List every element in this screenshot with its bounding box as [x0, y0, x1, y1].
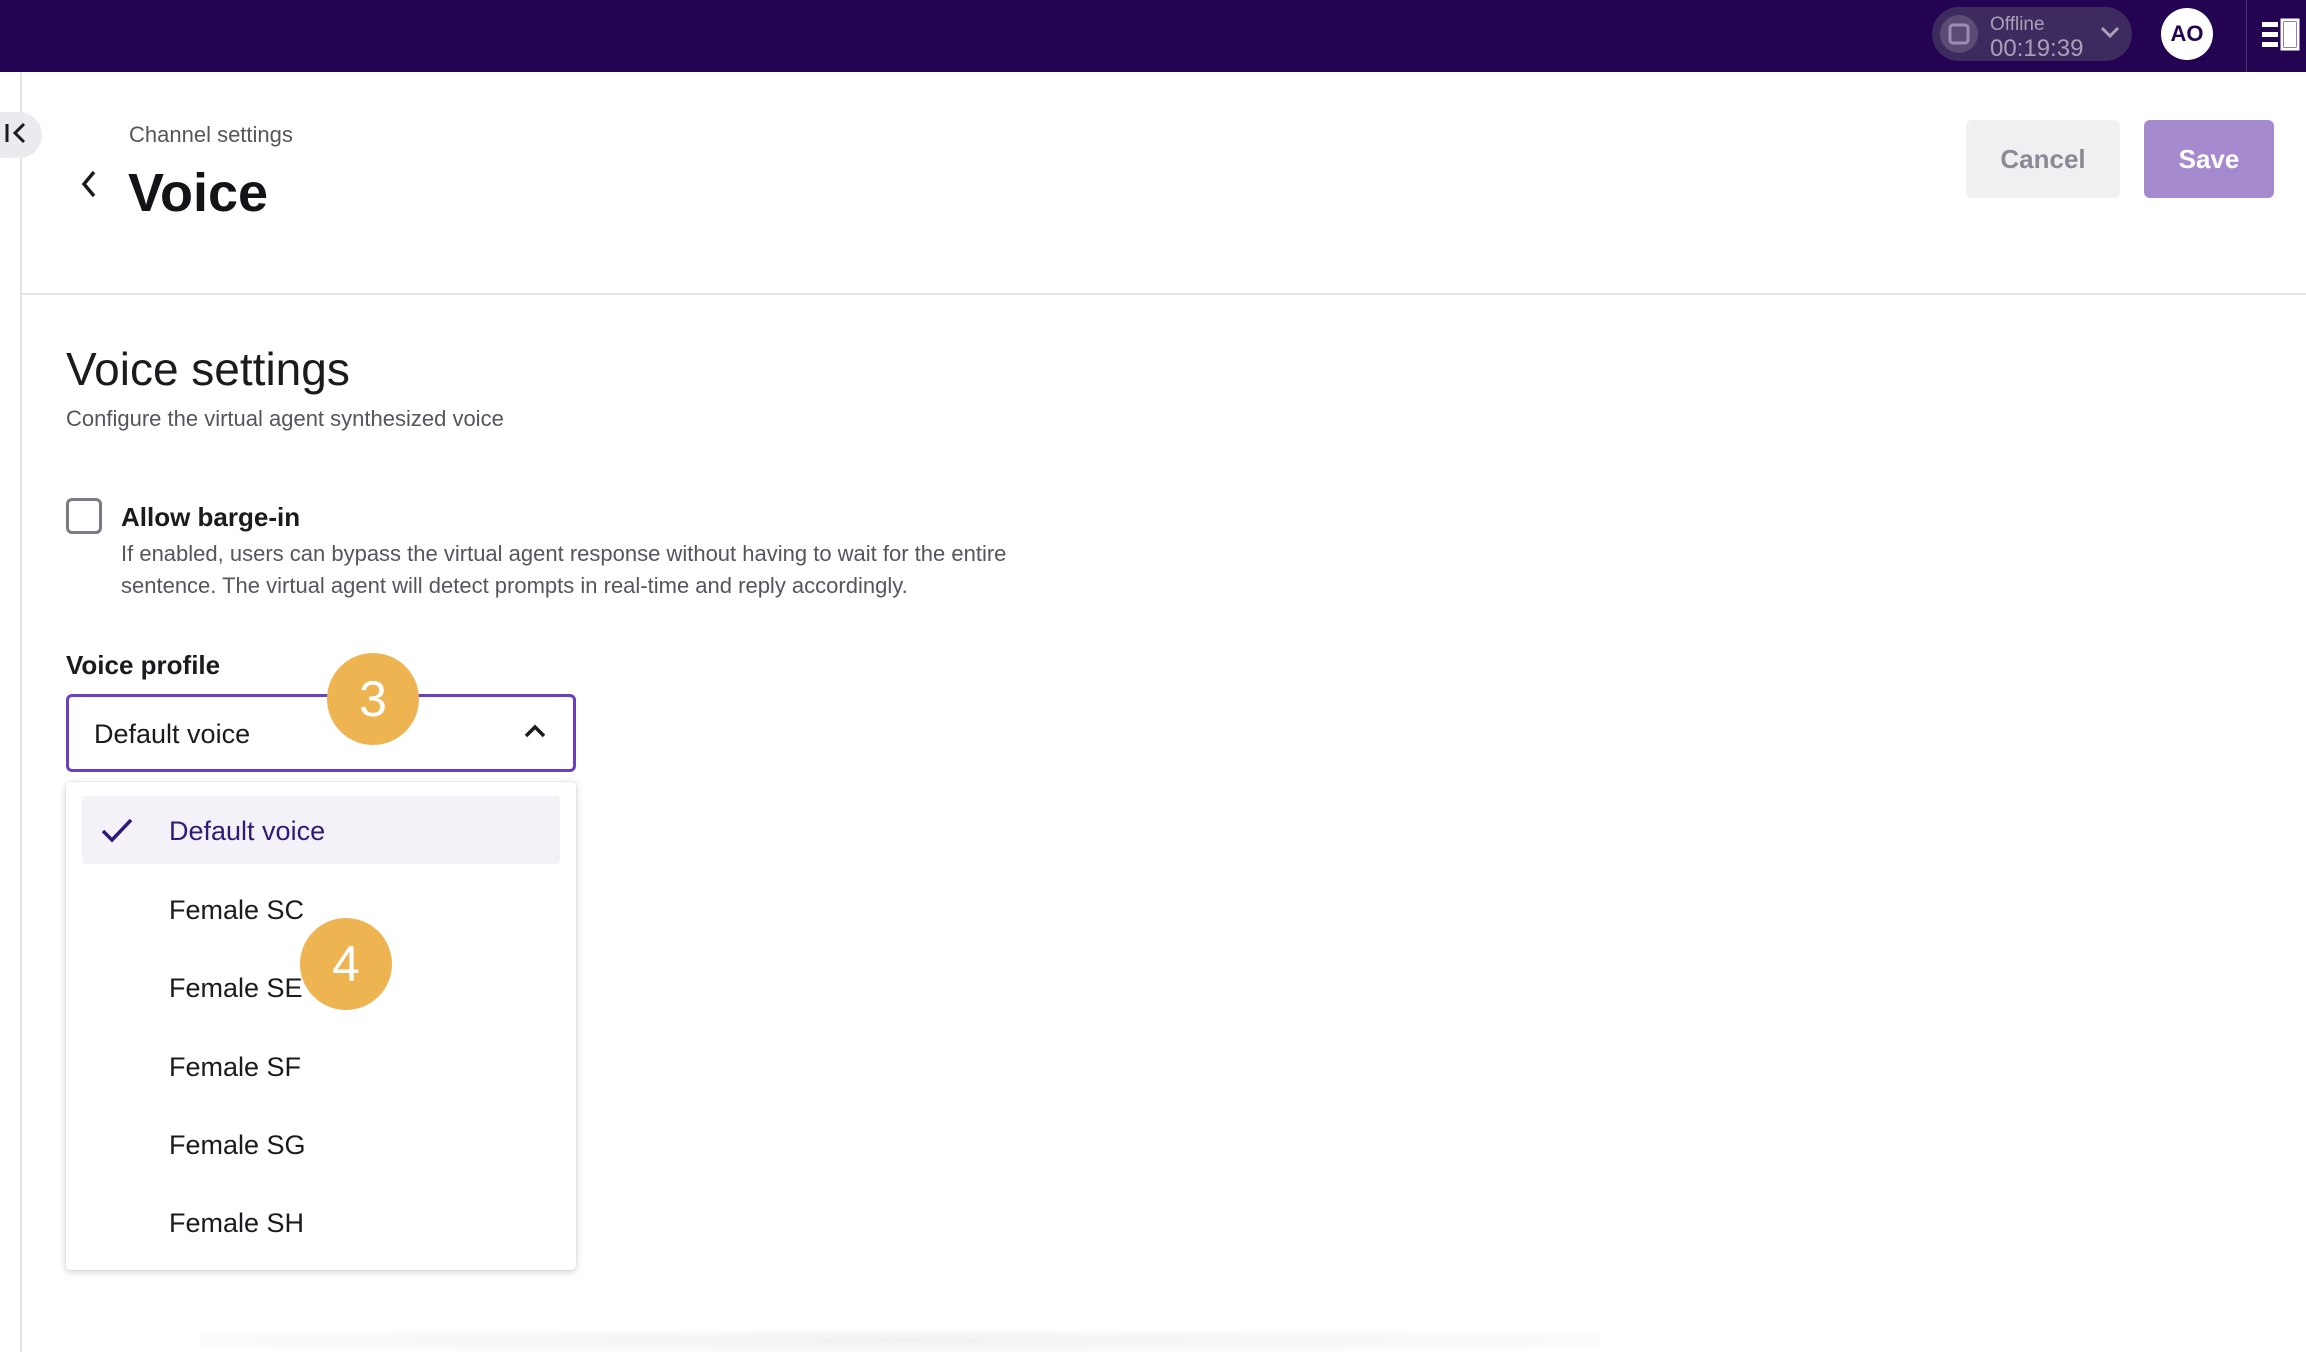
- agent-status-dropdown[interactable]: Offline 00:19:39: [1932, 7, 2132, 61]
- collapse-left-icon: [4, 121, 30, 150]
- dropdown-option-label: Female SE: [169, 973, 303, 1003]
- barge-in-help-line-1: If enabled, users can bypass the virtual…: [121, 541, 1007, 566]
- bottom-shadow: [200, 1330, 1600, 1352]
- voice-profile-dropdown: Default voice Female SC Female SE Female…: [66, 782, 576, 1270]
- save-button[interactable]: Save: [2144, 120, 2274, 198]
- avatar[interactable]: AO: [2161, 8, 2213, 60]
- dropdown-option-label: Female SH: [169, 1208, 305, 1238]
- panel-toggle-icon[interactable]: [2262, 18, 2300, 57]
- barge-in-label[interactable]: Allow barge-in: [121, 502, 300, 533]
- dropdown-option-label: Female SG: [169, 1130, 306, 1160]
- barge-in-checkbox[interactable]: [66, 498, 102, 534]
- section-subtitle: Configure the virtual agent synthesized …: [66, 406, 504, 431]
- status-timer: 00:19:39: [1990, 35, 2084, 62]
- voice-profile-select[interactable]: Default voice: [66, 694, 576, 772]
- check-icon: [100, 816, 134, 849]
- dropdown-option-label: Female SF: [169, 1052, 302, 1082]
- voice-profile-label: Voice profile: [66, 650, 221, 680]
- chevron-left-icon[interactable]: [76, 168, 102, 205]
- stop-icon: [1940, 15, 1978, 53]
- chevron-up-icon: [523, 723, 547, 744]
- dropdown-option-label: Default voice: [169, 816, 326, 846]
- breadcrumb[interactable]: Channel settings: [129, 122, 293, 148]
- dropdown-option[interactable]: Default voice: [82, 796, 560, 864]
- cancel-button[interactable]: Cancel: [1966, 120, 2120, 198]
- voice-profile-value: Default voice: [94, 719, 251, 749]
- left-rail: [0, 72, 22, 1352]
- header-divider: [22, 293, 2306, 295]
- chevron-down-icon: [2100, 25, 2120, 44]
- status-label: Offline: [1990, 14, 2045, 35]
- page-title: Voice: [128, 163, 269, 223]
- dropdown-option-label: Female SC: [169, 895, 305, 925]
- dropdown-option[interactable]: Female SF: [82, 1032, 560, 1100]
- top-bar: Offline 00:19:39 AO: [0, 0, 2306, 72]
- section-title: Voice settings: [66, 343, 350, 395]
- topbar-divider: [2246, 0, 2247, 72]
- step-badge-3: 3: [327, 653, 419, 745]
- collapse-sidebar-button[interactable]: [0, 112, 42, 158]
- step-badge-4: 4: [300, 918, 392, 1010]
- dropdown-option[interactable]: Female SG: [82, 1110, 560, 1178]
- barge-in-help: If enabled, users can bypass the virtual…: [121, 538, 1121, 602]
- dropdown-option[interactable]: Female SH: [82, 1188, 560, 1256]
- barge-in-help-line-2: sentence. The virtual agent will detect …: [121, 573, 908, 598]
